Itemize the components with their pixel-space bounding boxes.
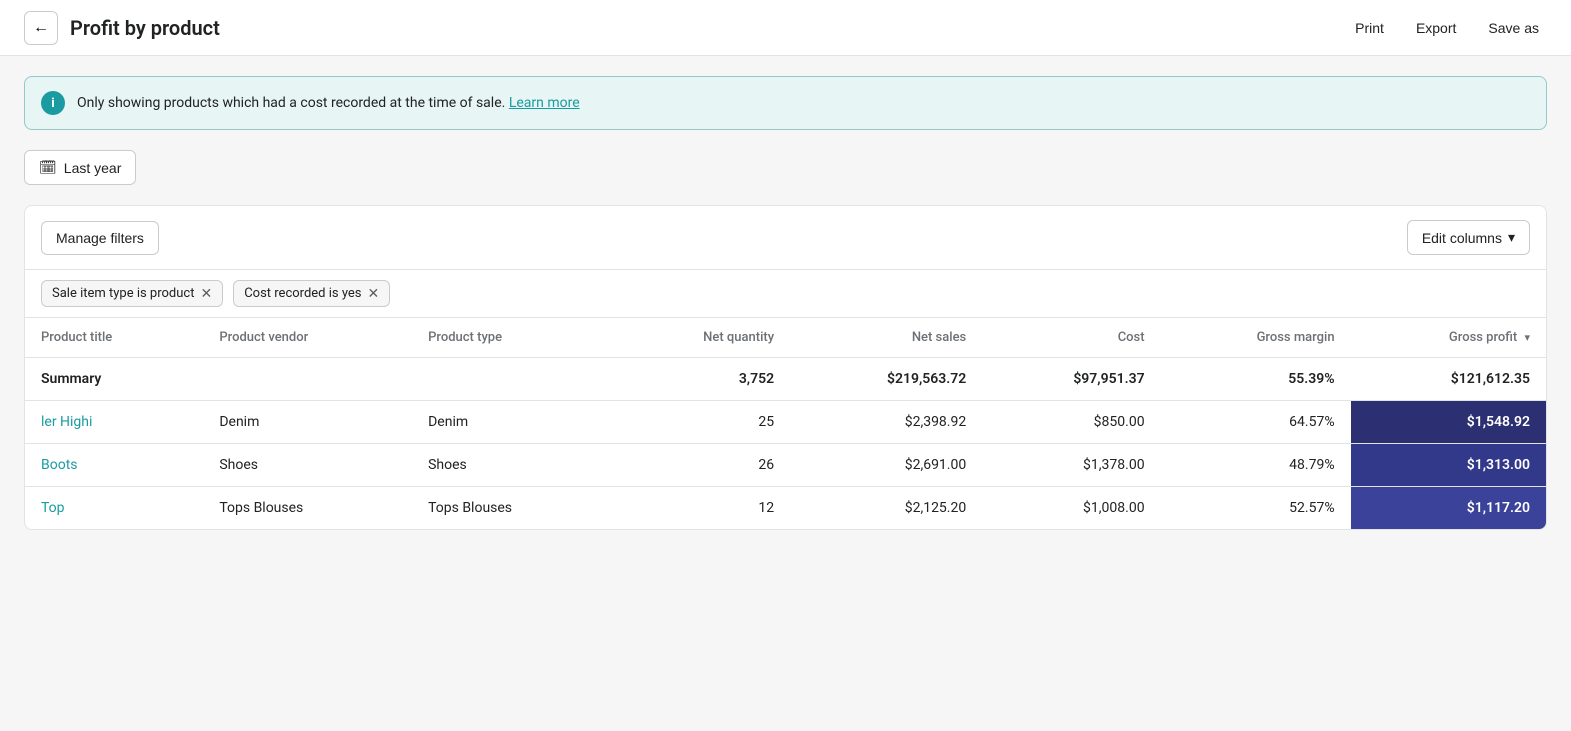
date-filter-label: Last year bbox=[64, 160, 122, 176]
summary-cost: $97,951.37 bbox=[982, 358, 1160, 401]
info-banner-text: Only showing products which had a cost r… bbox=[77, 95, 580, 111]
row-1-vendor: Shoes bbox=[203, 444, 412, 487]
summary-row: Summary 3,752 $219,563.72 $97,951.37 55.… bbox=[25, 358, 1546, 401]
filters-row: Sale item type is product ✕ Cost recorde… bbox=[25, 270, 1546, 318]
filter-tag-label-1: Cost recorded is yes bbox=[244, 286, 361, 301]
learn-more-link[interactable]: Learn more bbox=[509, 95, 580, 111]
summary-net-sales: $219,563.72 bbox=[790, 358, 982, 401]
row-1-net-quantity: 26 bbox=[612, 444, 790, 487]
table-row: Top Tops Blouses Tops Blouses 12 $2,125.… bbox=[25, 487, 1546, 530]
manage-filters-button[interactable]: Manage filters bbox=[41, 221, 159, 255]
page-title: Profit by product bbox=[70, 16, 1347, 40]
col-header-product-type: Product type bbox=[412, 318, 612, 358]
col-header-cost: Cost bbox=[982, 318, 1160, 358]
summary-net-quantity: 3,752 bbox=[612, 358, 790, 401]
col-header-product-title: Product title bbox=[25, 318, 203, 358]
row-2-cost: $1,008.00 bbox=[982, 487, 1160, 530]
row-2-net-quantity: 12 bbox=[612, 487, 790, 530]
summary-gross-margin: 55.39% bbox=[1161, 358, 1351, 401]
col-header-gross-profit[interactable]: Gross profit ▾ bbox=[1351, 318, 1546, 358]
col-header-gross-margin: Gross margin bbox=[1161, 318, 1351, 358]
row-2-net-sales: $2,125.20 bbox=[790, 487, 982, 530]
row-2-vendor: Tops Blouses bbox=[203, 487, 412, 530]
product-link-1[interactable]: Boots bbox=[41, 457, 78, 473]
summary-vendor bbox=[203, 358, 412, 401]
product-link-0[interactable]: ler Highi bbox=[41, 414, 92, 430]
print-button[interactable]: Print bbox=[1347, 16, 1392, 40]
summary-type bbox=[412, 358, 612, 401]
row-2-product-title: Top bbox=[25, 487, 203, 530]
row-0-gross-margin: 64.57% bbox=[1161, 401, 1351, 444]
row-1-cost: $1,378.00 bbox=[982, 444, 1160, 487]
col-header-net-quantity: Net quantity bbox=[612, 318, 790, 358]
chevron-down-icon: ▾ bbox=[1508, 229, 1515, 246]
table-row: ler Highi Denim Denim 25 $2,398.92 $850.… bbox=[25, 401, 1546, 444]
info-message: Only showing products which had a cost r… bbox=[77, 95, 505, 111]
date-filter-button[interactable]: 🗓 Last year bbox=[24, 150, 136, 185]
row-0-gross-profit: $1,548.92 bbox=[1351, 401, 1546, 444]
calendar-icon: 🗓 bbox=[39, 159, 57, 176]
main-content: i Only showing products which had a cost… bbox=[0, 56, 1571, 550]
summary-gross-profit: $121,612.35 bbox=[1351, 358, 1546, 401]
page-header: ← Profit by product Print Export Save as bbox=[0, 0, 1571, 56]
filter-remove-0[interactable]: ✕ bbox=[200, 287, 212, 301]
back-button[interactable]: ← bbox=[24, 11, 58, 45]
row-1-gross-margin: 48.79% bbox=[1161, 444, 1351, 487]
row-1-net-sales: $2,691.00 bbox=[790, 444, 982, 487]
sort-icon: ▾ bbox=[1524, 331, 1530, 344]
row-0-product-title: ler Highi bbox=[25, 401, 203, 444]
row-1-type: Shoes bbox=[412, 444, 612, 487]
filter-tag-1: Cost recorded is yes ✕ bbox=[233, 280, 390, 307]
product-link-2[interactable]: Top bbox=[41, 500, 65, 516]
summary-label: Summary bbox=[25, 358, 203, 401]
row-0-net-quantity: 25 bbox=[612, 401, 790, 444]
row-1-gross-profit: $1,313.00 bbox=[1351, 444, 1546, 487]
header-actions: Print Export Save as bbox=[1347, 16, 1547, 40]
save-as-button[interactable]: Save as bbox=[1480, 16, 1547, 40]
table-toolbar: Manage filters Edit columns ▾ bbox=[25, 206, 1546, 270]
row-2-gross-margin: 52.57% bbox=[1161, 487, 1351, 530]
row-0-net-sales: $2,398.92 bbox=[790, 401, 982, 444]
info-banner: i Only showing products which had a cost… bbox=[24, 76, 1547, 130]
export-button[interactable]: Export bbox=[1408, 16, 1464, 40]
table-header-row: Product title Product vendor Product typ… bbox=[25, 318, 1546, 358]
row-0-cost: $850.00 bbox=[982, 401, 1160, 444]
col-header-product-vendor: Product vendor bbox=[203, 318, 412, 358]
row-1-product-title: Boots bbox=[25, 444, 203, 487]
data-table: Product title Product vendor Product typ… bbox=[25, 318, 1546, 529]
filter-tag-0: Sale item type is product ✕ bbox=[41, 280, 223, 307]
filter-remove-1[interactable]: ✕ bbox=[368, 287, 380, 301]
row-2-gross-profit: $1,117.20 bbox=[1351, 487, 1546, 530]
edit-columns-label: Edit columns bbox=[1422, 230, 1502, 246]
info-icon: i bbox=[41, 91, 65, 115]
date-filter-row: 🗓 Last year bbox=[24, 150, 1547, 185]
row-2-type: Tops Blouses bbox=[412, 487, 612, 530]
row-0-type: Denim bbox=[412, 401, 612, 444]
col-header-net-sales: Net sales bbox=[790, 318, 982, 358]
table-container: Manage filters Edit columns ▾ Sale item … bbox=[24, 205, 1547, 530]
gross-profit-label: Gross profit bbox=[1449, 330, 1517, 345]
edit-columns-button[interactable]: Edit columns ▾ bbox=[1407, 220, 1530, 255]
table-row: Boots Shoes Shoes 26 $2,691.00 $1,378.00… bbox=[25, 444, 1546, 487]
row-0-vendor: Denim bbox=[203, 401, 412, 444]
filter-tag-label-0: Sale item type is product bbox=[52, 286, 194, 301]
